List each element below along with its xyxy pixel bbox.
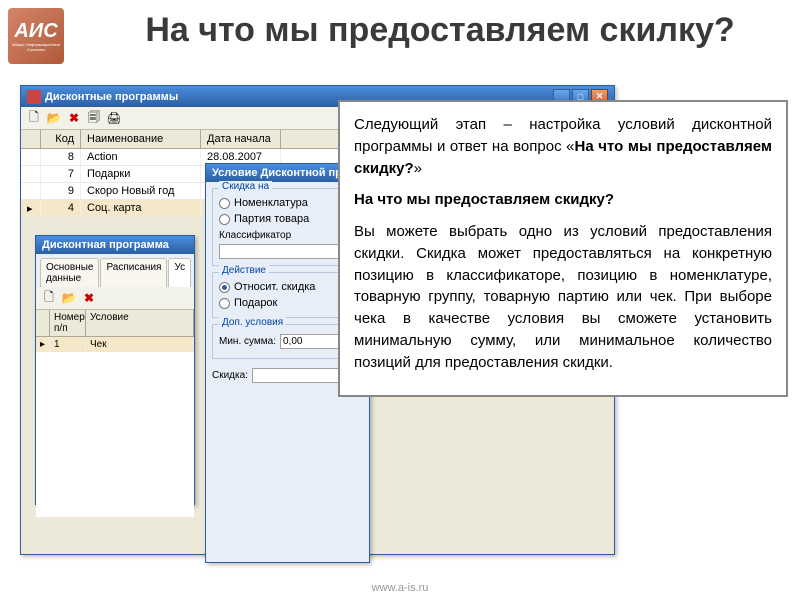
open-icon[interactable]: 📂 [61,290,77,306]
explanation-box: Следующий этап – настройка условий диско… [338,100,788,397]
window-discount-program: Дисконтная программа Основные данные Рас… [35,235,195,505]
open-icon[interactable]: 📂 [46,110,62,126]
explain-p1: Следующий этап – настройка условий диско… [354,114,772,179]
sub-grid-body: ▸1Чек [36,337,194,517]
col-code[interactable]: Код [41,130,81,148]
window-title: Дисконтные программы [45,91,178,103]
explain-p3: Вы можете выбрать одно из условий предос… [354,221,772,373]
explain-p2: На что мы предоставляем скидку? [354,189,772,211]
save-icon[interactable]: 🗐 [86,110,102,126]
group-title: Доп. условия [219,317,286,328]
group-title: Скидка на [219,181,272,192]
radio-batch[interactable]: Партия товара [219,211,356,227]
delete-icon[interactable]: ✖ [81,290,97,306]
col-name[interactable]: Наименование [81,130,201,148]
tab-conditions[interactable]: Ус [168,258,191,287]
col-number[interactable]: Номер п/п [50,310,86,336]
ais-logo: АИС Абакус Информационные Системы [8,8,64,64]
window-title: Дисконтная программа [42,239,169,251]
col-condition[interactable]: Условие [86,310,194,336]
tabs: Основные данные Расписания Ус [36,254,194,287]
print-icon[interactable]: 🖨 [106,110,122,126]
radio-nomenclature[interactable]: Номенклатура [219,195,356,211]
logo-text: АИС [14,20,57,43]
new-icon[interactable]: 🗋 [41,290,57,306]
group-title: Действие [219,265,269,276]
titlebar-sub[interactable]: Дисконтная программа [36,236,194,254]
slide-title: На что мы предоставляем скилку? [100,12,780,49]
min-sum-field: Мин. сумма: [219,331,356,352]
radio-gift[interactable]: Подарок [219,295,356,311]
classifier-input[interactable] [219,244,356,259]
window-title: Условие Дисконтной про [212,167,349,179]
radio-relative-discount[interactable]: Относит. скидка [219,279,356,295]
table-row[interactable]: ▸1Чек [36,337,194,352]
new-icon[interactable]: 🗋 [26,110,42,126]
delete-icon[interactable]: ✖ [66,110,82,126]
col-marker[interactable] [21,130,41,148]
tab-main-data[interactable]: Основные данные [40,258,99,287]
tab-schedules[interactable]: Расписания [100,258,167,287]
app-icon [27,90,41,104]
toolbar-sub: 🗋 📂 ✖ [36,287,194,310]
classifier-field: Классификатор [219,227,356,244]
logo-subtext: Абакус Информационные Системы [8,43,64,52]
footer-url: www.a-is.ru [0,582,800,594]
sub-grid-header: Номер п/п Условие [36,310,194,337]
col-date[interactable]: Дата начала [201,130,281,148]
